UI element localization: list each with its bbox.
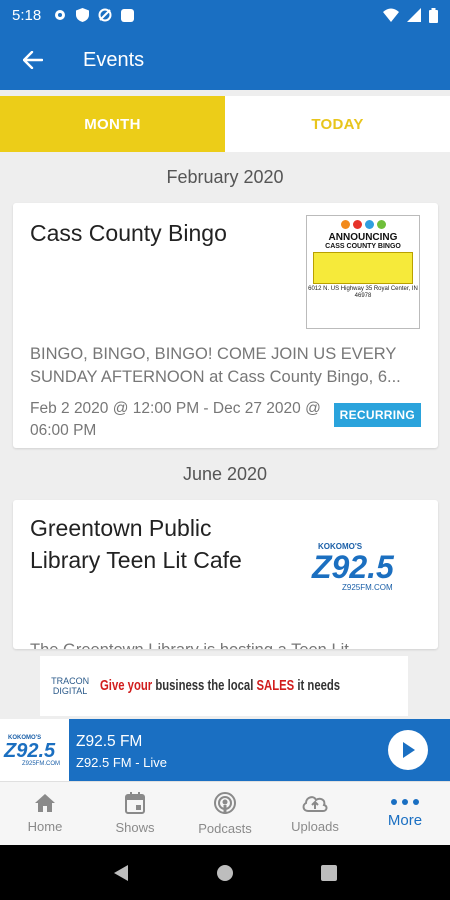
- event-title: Greentown Public Library Teen Lit Cafe: [30, 515, 242, 573]
- recurring-badge: RECURRING: [333, 403, 421, 427]
- ad-banner[interactable]: TRACON DIGITAL Give your business the lo…: [40, 656, 408, 716]
- back-arrow-icon: [23, 51, 43, 69]
- system-back-icon[interactable]: [113, 864, 129, 882]
- nav-uploads[interactable]: Uploads: [270, 782, 360, 845]
- nav-more[interactable]: More: [360, 782, 450, 845]
- no-sync-icon: [98, 8, 112, 22]
- ad-brand: TRACON DIGITAL: [51, 676, 90, 696]
- station-artwork: KOKOMO'S Z92.5 Z925FM.COM: [0, 719, 69, 781]
- flyer-heading: ANNOUNCING: [328, 232, 398, 243]
- page-title: Events: [83, 48, 145, 71]
- status-bar: 5:18: [0, 0, 450, 30]
- tab-today[interactable]: TODAY: [225, 96, 450, 152]
- system-nav-bar: [0, 845, 450, 900]
- month-header: June 2020: [182, 464, 268, 484]
- tab-month[interactable]: MONTH: [0, 96, 225, 152]
- upload-cloud-icon: [302, 796, 328, 812]
- event-description: BINGO, BINGO, BINGO! COME JOIN US EVERY …: [30, 345, 401, 386]
- logo-main: Z92.5: [312, 549, 394, 585]
- status-time: 5:18: [12, 6, 42, 24]
- event-date: Feb 2 2020 @ 12:00 PM - Dec 27 2020 @ 06…: [30, 400, 321, 439]
- player-title: Z92.5 FM: [76, 733, 143, 750]
- signal-icon: [407, 8, 421, 22]
- play-icon: [403, 742, 415, 758]
- back-button[interactable]: [0, 30, 66, 90]
- event-image: ANNOUNCING CASS COUNTY BINGO 6012 N. US …: [306, 215, 420, 329]
- calendar-icon: [125, 792, 145, 814]
- ad-text: Give your business the local SALES it ne…: [100, 678, 341, 694]
- sd-card-icon: [121, 8, 135, 22]
- player-subtitle: Z92.5 FM - Live: [76, 755, 168, 770]
- now-playing-bar[interactable]: KOKOMO'S Z92.5 Z925FM.COM Z92.5 FM Z92.5…: [0, 719, 450, 781]
- system-recents-icon[interactable]: [320, 864, 337, 881]
- app-bar: Events: [0, 30, 450, 90]
- bottom-nav: Home Shows Podcasts Uploads More: [0, 781, 450, 845]
- nav-shows[interactable]: Shows: [90, 782, 180, 845]
- event-title: Cass County Bingo: [30, 220, 227, 246]
- system-home-icon[interactable]: [216, 864, 234, 882]
- tab-bar: MONTH TODAY: [0, 96, 450, 152]
- settings-icon: [55, 10, 66, 20]
- flyer-address: 6012 N. US Highway 35 Royal Center, IN 4…: [308, 286, 418, 299]
- more-dots-icon: [391, 799, 419, 805]
- event-description: The Greentown Library is hosting a Teen …: [30, 639, 425, 649]
- wifi-icon: [383, 8, 399, 22]
- flyer-subheading: CASS COUNTY BINGO: [325, 243, 401, 250]
- battery-icon: [429, 7, 438, 23]
- podcast-icon: [214, 792, 236, 814]
- event-card[interactable]: Cass County Bingo ANNOUNCING CASS COUNTY…: [13, 203, 438, 448]
- station-logo: KOKOMO'S Z92.5 Z925FM.COM: [312, 542, 412, 606]
- nav-home[interactable]: Home: [0, 782, 90, 845]
- event-card[interactable]: Greentown Public Library Teen Lit Cafe K…: [13, 500, 438, 649]
- shield-icon: [76, 8, 90, 22]
- home-icon: [35, 794, 55, 812]
- logo-url: Z925FM.COM: [342, 583, 393, 592]
- month-header: February 2020: [166, 167, 284, 187]
- play-button[interactable]: [388, 730, 428, 770]
- nav-podcasts[interactable]: Podcasts: [180, 782, 270, 845]
